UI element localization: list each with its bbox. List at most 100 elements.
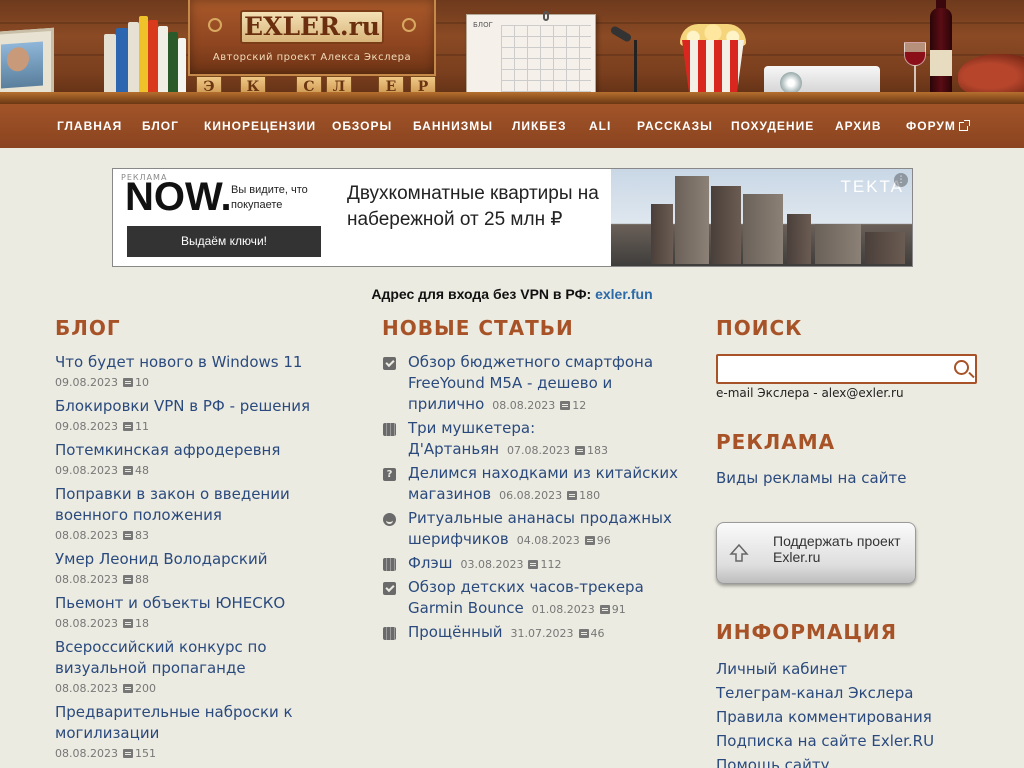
nav-item-reviews-movies[interactable]: КИНОРЕЦЕНЗИИ	[204, 119, 316, 133]
article-item: Три мушкетера: Д'Артаньян 07.08.2023 183	[382, 418, 682, 460]
search-input[interactable]	[718, 356, 946, 382]
blog-item-title[interactable]: Умер Леонид Володарский	[55, 550, 267, 568]
comment-icon	[122, 575, 133, 584]
info-title: ИНФОРМАЦИЯ	[716, 620, 898, 644]
article-title[interactable]: Флэш	[408, 554, 452, 572]
review-check-icon	[383, 357, 396, 370]
nav-item-ali[interactable]: ALI	[589, 119, 611, 133]
comment-count[interactable]: 183	[587, 444, 608, 457]
comment-count[interactable]: 96	[597, 534, 611, 547]
arrow-up-icon	[729, 543, 749, 562]
comment-icon	[122, 378, 133, 387]
calendar-grid	[501, 25, 591, 93]
comment-icon	[528, 560, 539, 569]
building	[815, 224, 861, 264]
nav-item-archive[interactable]: АРХИВ	[835, 119, 882, 133]
comment-count[interactable]: 18	[135, 617, 149, 630]
blog-item: Предварительные наброски к могилизации 08…	[55, 702, 345, 764]
vpn-link[interactable]: exler.fun	[595, 286, 653, 302]
comment-count[interactable]: 48	[135, 464, 149, 477]
blog-item: Что будет нового в Windows 11 09.08.2023 1…	[55, 352, 345, 393]
site-logo[interactable]: EXLER.ru Авторский проект Алекса Экслера	[188, 0, 436, 76]
ad-info-icon[interactable]: ⋮	[894, 173, 908, 187]
post-date: 08.08.2023	[55, 529, 118, 542]
comment-count[interactable]: 10	[135, 376, 149, 389]
book	[158, 26, 168, 92]
info-link-rules[interactable]: Правила комментирования	[716, 705, 1016, 729]
ad-cta-button[interactable]: Выдаём ключи!	[127, 226, 321, 257]
nav-item-blog[interactable]: БЛОГ	[142, 119, 179, 133]
email-line: e-mail Экслера - alex@exler.ru	[716, 386, 904, 400]
blog-item: Блокировки VPN в РФ - решения 09.08.2023 1…	[55, 396, 345, 437]
info-link-help[interactable]: Помощь сайту	[716, 753, 1016, 768]
article-meta: 08.08.2023 12	[492, 399, 586, 412]
nav-item-reviews[interactable]: ОБЗОРЫ	[332, 119, 392, 133]
logo-title: EXLER.ru	[240, 10, 384, 44]
smile-icon	[383, 513, 396, 526]
wine-glass-icon	[904, 42, 926, 66]
blog-item-meta: 08.08.2023 151	[55, 744, 345, 764]
ads-info-link[interactable]: Виды рекламы на сайте	[716, 468, 906, 489]
ring-icon	[208, 18, 222, 32]
building	[675, 176, 709, 264]
nav-item-forum-label: ФОРУМ	[906, 119, 956, 133]
blog-item-title[interactable]: Что будет нового в Windows 11	[55, 353, 302, 371]
info-link-subscription[interactable]: Подписка на сайте Exler.RU	[716, 729, 1016, 753]
article-item: Флэш 03.08.2023 112	[382, 553, 682, 574]
nav-item-diet[interactable]: ПОХУДЕНИЕ	[731, 119, 814, 133]
comment-count[interactable]: 46	[591, 627, 605, 640]
book	[168, 32, 178, 92]
post-date: 08.08.2023	[55, 573, 118, 586]
nav-item-likbez[interactable]: ЛИКБЕЗ	[512, 119, 567, 133]
blog-item: Потемкинская афродеревня 09.08.2023 48	[55, 440, 345, 481]
blog-item-title[interactable]: Пьемонт и объекты ЮНЕСКО	[55, 594, 285, 612]
comment-count[interactable]: 112	[540, 558, 561, 571]
nav-item-stories[interactable]: РАССКАЗЫ	[637, 119, 713, 133]
article-item: Ритуальные ананасы продажных шерифчиков 0…	[382, 508, 682, 550]
nav-item-home[interactable]: ГЛАВНАЯ	[57, 119, 122, 133]
blog-item-title[interactable]: Потемкинская афродеревня	[55, 441, 280, 459]
blog-item-title[interactable]: Блокировки VPN в РФ - решения	[55, 397, 310, 415]
info-link-cabinet[interactable]: Личный кабинет	[716, 657, 1016, 681]
comment-icon	[122, 466, 133, 475]
blog-item-meta: 09.08.2023 10	[55, 373, 345, 393]
ad-headline: Двухкомнатные квартиры на набережной от …	[347, 183, 599, 230]
comment-count[interactable]: 180	[579, 489, 600, 502]
post-date: 09.08.2023	[55, 464, 118, 477]
article-title[interactable]: Прощённый	[408, 623, 503, 641]
blog-item-title[interactable]: Всероссийский конкурс по визуальной проп…	[55, 638, 267, 677]
nav-item-forum[interactable]: ФОРУМ	[906, 119, 970, 133]
post-date: 09.08.2023	[55, 420, 118, 433]
blog-item-title[interactable]: Предварительные наброски к могилизации	[55, 703, 293, 742]
nav-item-bannizmy[interactable]: БАННИЗМЫ	[413, 119, 493, 133]
comment-count[interactable]: 91	[612, 603, 626, 616]
building	[651, 204, 673, 264]
ad-photo: TEKTA	[611, 169, 912, 266]
article-meta: 06.08.2023 180	[499, 489, 600, 502]
comment-count[interactable]: 151	[135, 747, 156, 760]
comment-count[interactable]: 11	[135, 420, 149, 433]
calendar-ring	[543, 11, 549, 21]
support-button[interactable]: Поддержать проект Exler.ru	[716, 522, 916, 584]
info-link-telegram[interactable]: Телеграм-канал Экслера	[716, 681, 1016, 705]
post-date: 08.08.2023	[55, 617, 118, 630]
book	[104, 34, 116, 92]
external-link-icon	[958, 120, 970, 131]
post-date: 08.08.2023	[492, 399, 556, 412]
search-icon[interactable]	[954, 360, 969, 375]
review-check-icon	[383, 582, 396, 595]
building	[865, 232, 905, 264]
comment-count[interactable]: 88	[135, 573, 149, 586]
comment-count[interactable]: 200	[135, 682, 156, 695]
post-date: 03.08.2023	[460, 558, 524, 571]
search-title: ПОИСК	[716, 316, 803, 340]
comment-count[interactable]: 12	[572, 399, 586, 412]
blog-item-meta: 08.08.2023 88	[55, 570, 345, 590]
blog-list: Что будет нового в Windows 11 09.08.2023 1…	[55, 352, 345, 768]
ad-banner[interactable]: РЕКЛАМА NOW. Вы видите, что покупаете Вы…	[112, 168, 913, 267]
blog-title: БЛОГ	[55, 316, 121, 340]
blog-item-title[interactable]: Поправки в закон о введении военного пол…	[55, 485, 290, 524]
comment-count[interactable]: 83	[135, 529, 149, 542]
blog-item: Поправки в закон о введении военного пол…	[55, 484, 345, 546]
mic-stand	[634, 40, 637, 96]
